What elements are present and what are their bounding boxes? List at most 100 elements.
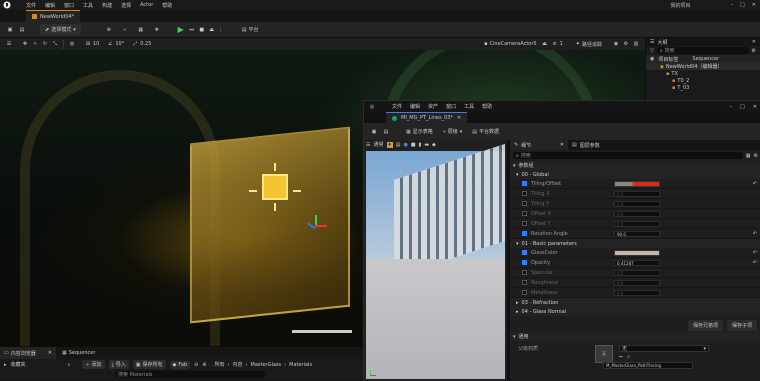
grid-snap-value[interactable]: 10 <box>93 41 99 47</box>
browse-arrow-icon[interactable]: ⇐ <box>619 354 623 360</box>
reset-icon[interactable]: ↶ <box>753 250 757 256</box>
close-icon[interactable]: ✕ <box>48 350 52 356</box>
menu-item[interactable]: 工具 <box>83 2 93 9</box>
outliner-row[interactable]: ▪ T0_2 <box>646 77 760 84</box>
settings-icon[interactable]: ⚙ <box>752 48 756 54</box>
breadcrumb-item[interactable]: 所有 <box>214 361 224 368</box>
save-child-button[interactable]: 保存子项 <box>726 320 757 331</box>
details-tab[interactable]: ✎ 细节 ✕ <box>510 140 568 150</box>
menu-item[interactable]: 构建 <box>102 2 112 9</box>
menu-item[interactable]: 窗口 <box>446 103 456 110</box>
play-icon[interactable]: ▶ <box>175 25 187 34</box>
close-icon[interactable]: ✕ <box>560 142 564 148</box>
parent-dropdown[interactable]: 无 ▾ <box>619 345 709 352</box>
cylinder-icon[interactable]: ▮ <box>419 142 422 148</box>
browse-icon[interactable]: ▤ <box>380 129 392 135</box>
show-table-button[interactable]: ▦ 显示表格 <box>406 128 433 136</box>
add-actor-icon[interactable]: ⊕ <box>101 27 117 33</box>
param-group-header[interactable]: ▾ 01 - Basic parameters <box>510 239 760 248</box>
outliner-row[interactable]: ▪ T_03 <box>646 84 760 91</box>
param-group-header[interactable]: ▾ 00 - Global <box>510 170 760 179</box>
scale-icon[interactable]: ⤡ <box>50 41 60 47</box>
material-tab[interactable]: MI_MG_PT_Lines_03* ✕ <box>386 112 468 123</box>
details-search-input[interactable]: ⌕ 搜索 <box>513 152 743 159</box>
menu-item[interactable]: 选择 <box>121 2 131 9</box>
override-checkbox[interactable] <box>522 231 527 236</box>
modes-icon[interactable]: ❖ <box>149 27 165 33</box>
visibility-icon[interactable]: ◉ <box>650 56 654 62</box>
close-icon[interactable]: ✕ <box>457 115 461 121</box>
minimize-icon[interactable]: – <box>731 2 734 8</box>
color-swatch[interactable] <box>614 249 660 256</box>
cube-icon[interactable]: ■ <box>411 142 416 148</box>
step-icon[interactable]: ⏭ <box>187 27 197 33</box>
platform-data-button[interactable]: ▤ 平台数据 <box>472 128 499 136</box>
sequencer-tab[interactable]: ▦ Sequencer <box>62 350 95 356</box>
override-checkbox[interactable] <box>522 201 527 206</box>
scale-snap-value[interactable]: 0.25 <box>140 41 151 47</box>
import-button[interactable]: ⤓ 导入 <box>108 360 129 369</box>
gizmo[interactable] <box>305 215 327 237</box>
speed-icon[interactable]: ≡ <box>550 41 560 47</box>
viewport-menu-icon[interactable]: ☰ <box>366 142 370 148</box>
search-icon[interactable]: ⌕ <box>68 362 71 368</box>
general-header[interactable]: ▾ 通用 <box>510 332 760 341</box>
override-checkbox[interactable] <box>522 250 527 255</box>
outliner-row[interactable]: ◆ NewWorld04（编辑器） <box>646 63 760 70</box>
parent-asset-field[interactable]: M_MasterGlass_PathTracing <box>603 361 693 369</box>
param-value-field[interactable]: 0.41287 <box>614 259 660 266</box>
param-value-field[interactable]: 0.0 <box>614 279 660 286</box>
lock-icon[interactable]: ⏏ <box>540 41 550 47</box>
override-checkbox[interactable] <box>522 211 527 216</box>
param-value-field[interactable]: 0.0 <box>614 220 660 227</box>
menu-item[interactable]: 文件 <box>392 103 402 110</box>
angle-snap-icon[interactable]: ∠ <box>105 41 115 47</box>
reset-icon[interactable]: ↶ <box>753 260 757 266</box>
outliner-row[interactable]: ▪ TX <box>646 70 760 77</box>
sequencer-tab[interactable]: Sequencer <box>692 56 719 62</box>
breadcrumb-item[interactable]: Materials <box>289 362 312 368</box>
grid-view-icon[interactable]: ▦ <box>746 153 751 159</box>
platforms-button[interactable]: ▤ 平台 <box>239 25 262 34</box>
breadcrumb-item[interactable]: 内容 <box>232 361 242 368</box>
override-checkbox[interactable] <box>522 260 527 265</box>
transform-icon[interactable]: ✥ <box>20 41 30 47</box>
filter-icon[interactable]: ▽ <box>650 48 654 54</box>
close-icon[interactable]: ✕ <box>752 2 756 8</box>
cinematics-icon[interactable]: ▦ <box>133 27 149 33</box>
directional-light-icon[interactable] <box>262 174 288 200</box>
parent-thumbnail[interactable]: 无 <box>595 345 613 363</box>
grid-snap-icon[interactable]: ⊞ <box>83 41 93 47</box>
level-tab[interactable]: NewWorld04* <box>26 10 81 22</box>
preview-options-icon[interactable]: ▤ <box>396 142 401 148</box>
param-group-header[interactable]: ▸ 03 - Refraction <box>510 298 760 307</box>
rotate-icon[interactable]: ↻ <box>40 41 50 47</box>
reset-icon[interactable]: ↶ <box>753 181 757 187</box>
save-sibling-button[interactable]: 保存兄弟项 <box>687 320 723 331</box>
viewport-menu-icon[interactable]: ☰ <box>4 41 14 47</box>
save-all-button[interactable]: ▣ 保存所有 <box>132 360 166 369</box>
menu-item[interactable]: Actor <box>140 2 153 8</box>
eject-icon[interactable]: ⏏ <box>207 27 217 33</box>
layer-params-tab[interactable]: ▤ 图层参数 <box>568 142 604 149</box>
override-checkbox[interactable] <box>522 280 527 285</box>
maximize-icon[interactable]: □ <box>740 104 745 110</box>
content-search-input[interactable]: 搜索 Materials <box>115 371 265 378</box>
override-checkbox[interactable] <box>522 181 527 186</box>
save-icon[interactable]: ▣ <box>368 129 380 135</box>
param-group-header[interactable]: ▸ 04 - Glass Normal <box>510 307 760 316</box>
menu-item[interactable]: 文件 <box>26 2 36 9</box>
menu-item[interactable]: 帮助 <box>482 103 492 110</box>
menu-item[interactable]: 资产 <box>428 103 438 110</box>
param-value-field[interactable]: 90.0 <box>614 230 660 237</box>
camera-actor-button[interactable]: ▪ CineCameraActor5 <box>481 41 539 47</box>
settings-icon[interactable]: ⚙ <box>754 153 758 159</box>
menu-item[interactable]: 编辑 <box>410 103 420 110</box>
outliner-search-input[interactable]: ⌕ 搜索 <box>656 47 749 54</box>
breadcrumb-item[interactable]: MasterGlass <box>251 362 282 368</box>
favorites-label[interactable]: 收藏夹 <box>11 361 26 368</box>
angle-snap-value[interactable]: 10° <box>115 41 124 47</box>
plane-icon[interactable]: ▬ <box>424 142 429 148</box>
settings-icon[interactable]: ⚙ <box>621 41 631 47</box>
close-icon[interactable]: ✕ <box>753 104 757 110</box>
